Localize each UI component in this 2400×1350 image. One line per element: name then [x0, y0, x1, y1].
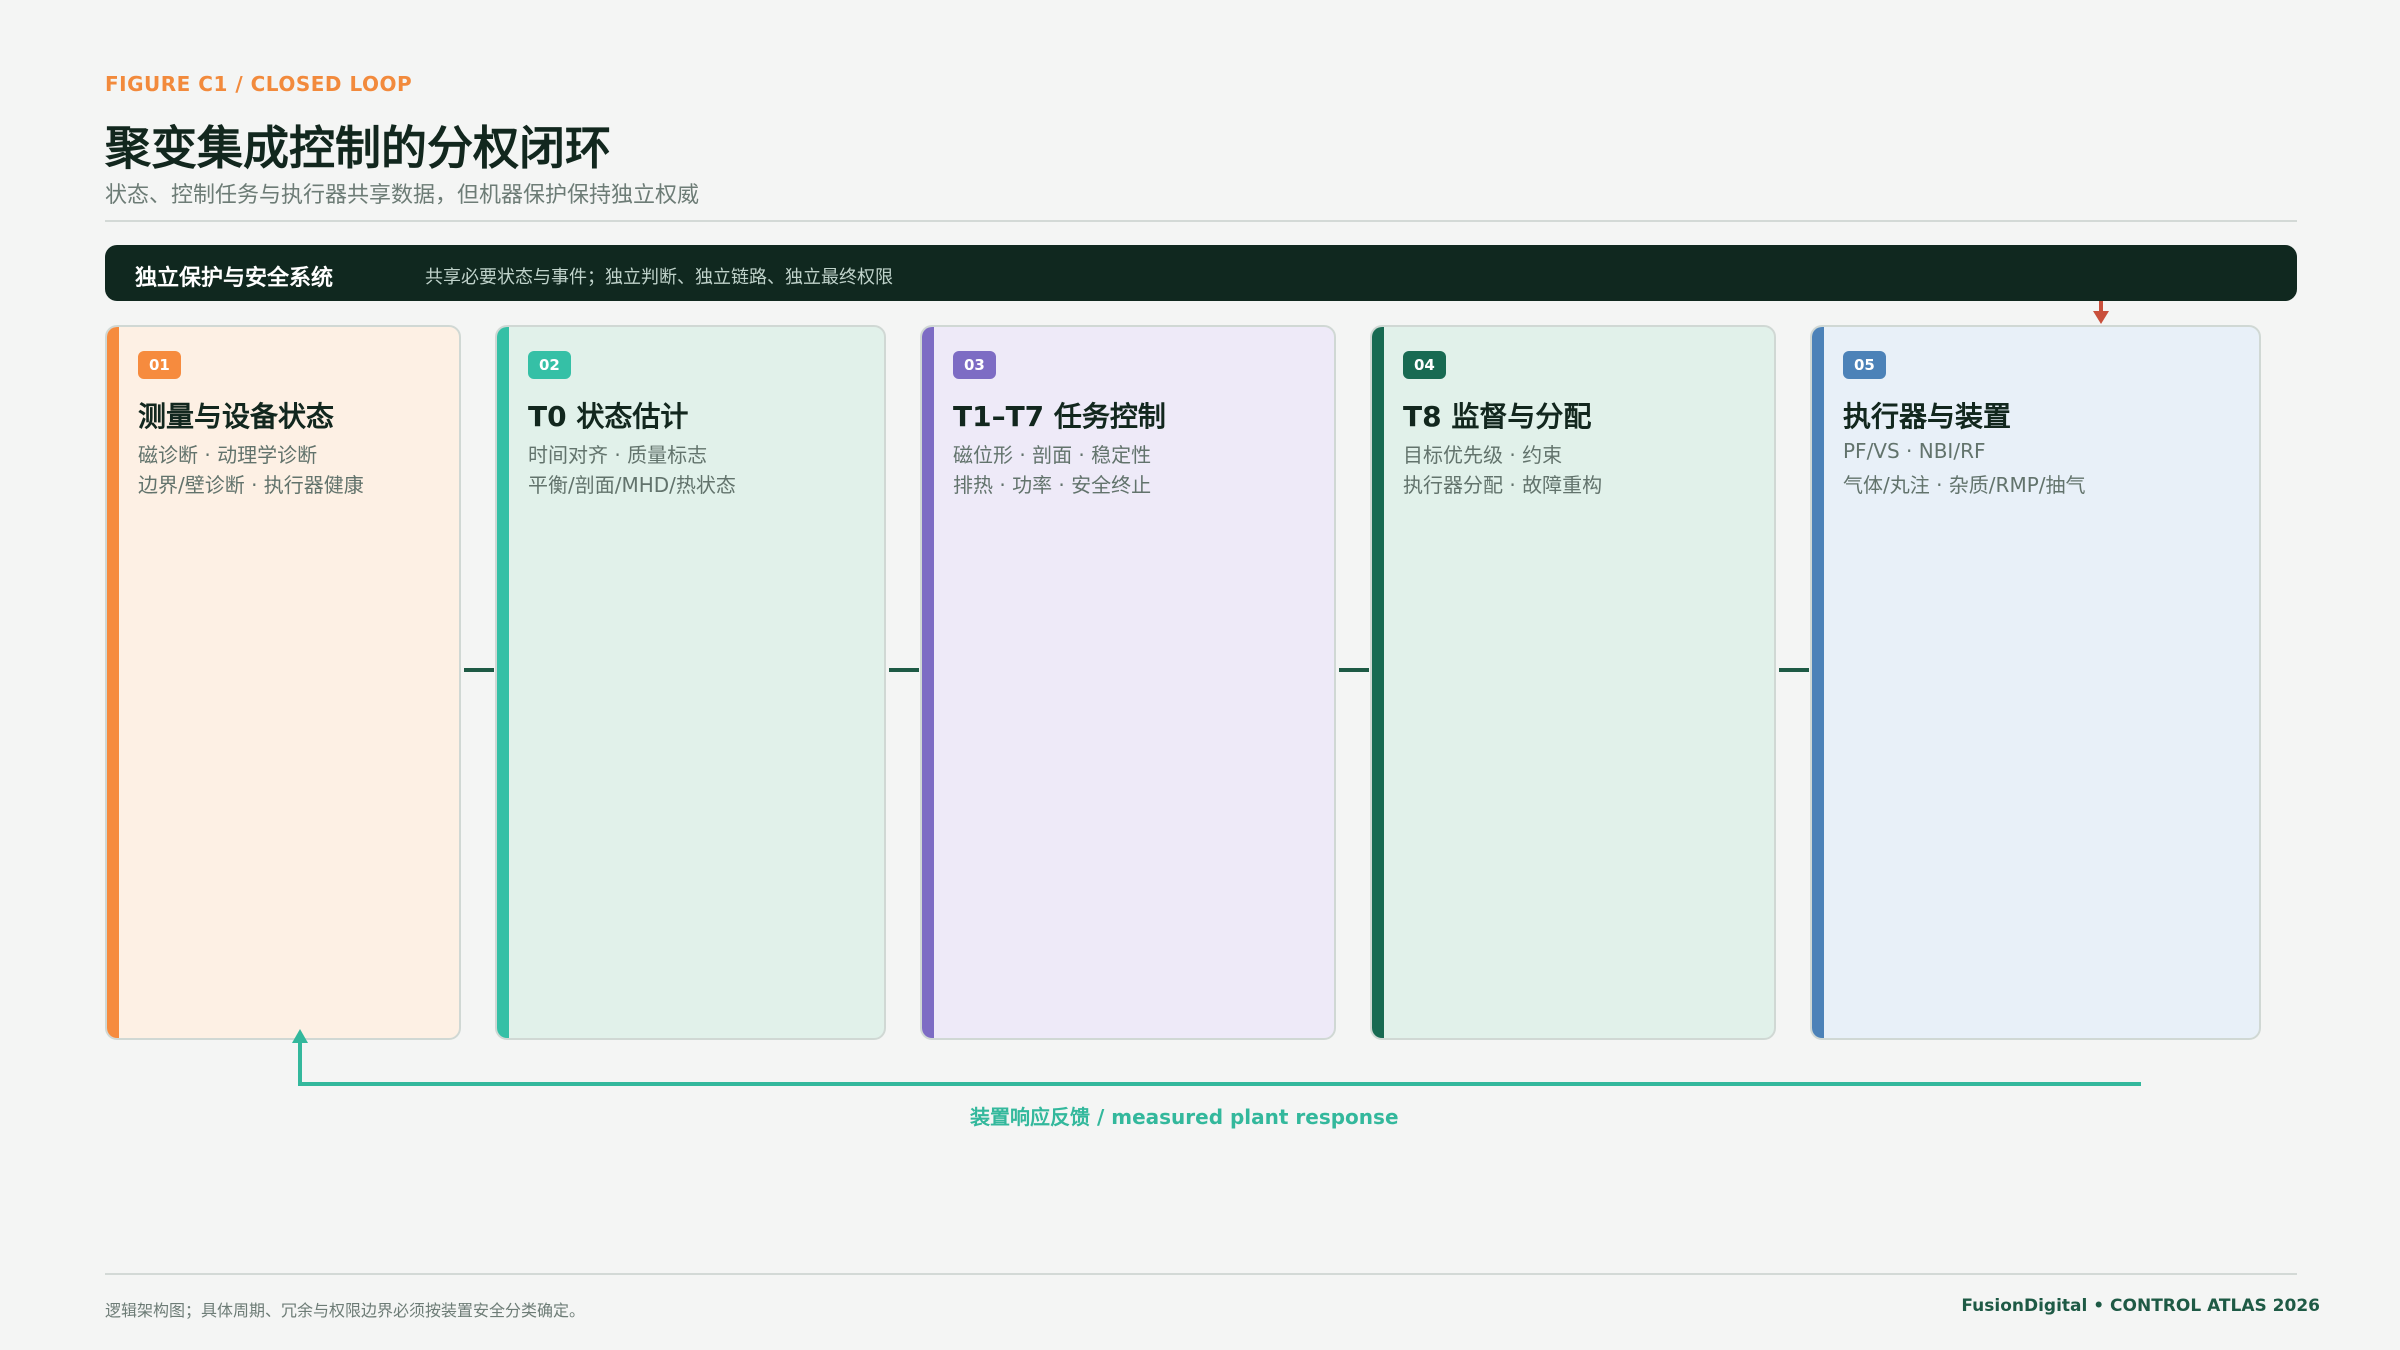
- stage-title: 执行器与装置: [1843, 400, 2012, 433]
- feedback-arrow-up-icon: [292, 1029, 308, 1043]
- stage-detail-line-1: 磁位形 · 剖面 · 稳定性: [953, 443, 1152, 467]
- stage-title: T8 监督与分配: [1403, 400, 1592, 433]
- stage-number-badge: 01: [138, 351, 181, 379]
- protection-banner-description: 共享必要状态与事件；独立判断、独立链路、独立最终权限: [425, 267, 893, 288]
- stage-detail-line-1: PF/VS · NBI/RF: [1843, 439, 1986, 463]
- stage-detail-line-1: 时间对齐 · 质量标志: [528, 443, 708, 467]
- page-title: 聚变集成控制的分权闭环: [105, 121, 611, 175]
- stage-title: 测量与设备状态: [138, 400, 335, 433]
- stage-title: T0 状态估计: [528, 400, 689, 433]
- stage-title: T1–T7 任务控制: [953, 400, 1166, 433]
- feedback-line-horizontal: [298, 1082, 2141, 1086]
- stage-accent-bar: [497, 327, 509, 1038]
- header-divider: [105, 220, 2297, 222]
- stage-accent-bar: [1372, 327, 1384, 1038]
- footer-note: 逻辑架构图；具体周期、冗余与权限边界必须按装置安全分类确定。: [105, 1301, 586, 1320]
- stage-detail-line-1: 目标优先级 · 约束: [1403, 443, 1563, 467]
- protection-banner: 独立保护与安全系统 共享必要状态与事件；独立判断、独立链路、独立最终权限: [105, 245, 2297, 301]
- stage-card-measurement: 01 测量与设备状态 磁诊断 · 动理学诊断 边界/壁诊断 · 执行器健康: [105, 325, 461, 1040]
- stage-number-badge: 05: [1843, 351, 1886, 379]
- protection-banner-title: 独立保护与安全系统: [135, 266, 334, 291]
- stage-number-badge: 04: [1403, 351, 1446, 379]
- stage-connector: [889, 668, 919, 672]
- stage-detail-line-2: 气体/丸注 · 杂质/RMP/抽气: [1843, 473, 2086, 497]
- stage-accent-bar: [922, 327, 934, 1038]
- stage-card-state-estimation: 02 T0 状态估计 时间对齐 · 质量标志 平衡/剖面/MHD/热状态: [495, 325, 886, 1040]
- stage-connector: [464, 668, 494, 672]
- figure-kicker: FIGURE C1 / CLOSED LOOP: [105, 72, 413, 96]
- stage-card-supervision: 04 T8 监督与分配 目标优先级 · 约束 执行器分配 · 故障重构: [1370, 325, 1776, 1040]
- stage-detail-line-1: 磁诊断 · 动理学诊断: [138, 443, 318, 467]
- stage-detail-line-2: 边界/壁诊断 · 执行器健康: [138, 473, 364, 497]
- stage-number-badge: 02: [528, 351, 571, 379]
- stage-accent-bar: [107, 327, 119, 1038]
- feedback-line-vertical: [298, 1040, 302, 1086]
- stage-card-task-control: 03 T1–T7 任务控制 磁位形 · 剖面 · 稳定性 排热 · 功率 · 安…: [920, 325, 1336, 1040]
- footer-divider: [105, 1273, 2297, 1275]
- stage-accent-bar: [1812, 327, 1824, 1038]
- stage-card-actuators: 05 执行器与装置 PF/VS · NBI/RF 气体/丸注 · 杂质/RMP/…: [1810, 325, 2261, 1040]
- footer-brand: FusionDigital • CONTROL ATLAS 2026: [1961, 1296, 2320, 1316]
- stage-detail-line-2: 平衡/剖面/MHD/热状态: [528, 473, 736, 497]
- stage-detail-line-2: 排热 · 功率 · 安全终止: [953, 473, 1152, 497]
- stage-number-badge: 03: [953, 351, 996, 379]
- stage-connector: [1339, 668, 1369, 672]
- feedback-label: 装置响应反馈 / measured plant response: [970, 1105, 1399, 1129]
- page-subtitle: 状态、控制任务与执行器共享数据，但机器保护保持独立权威: [105, 183, 700, 208]
- protection-arrow-icon: [2093, 311, 2109, 324]
- stage-connector: [1779, 668, 1809, 672]
- stage-detail-line-2: 执行器分配 · 故障重构: [1403, 473, 1603, 497]
